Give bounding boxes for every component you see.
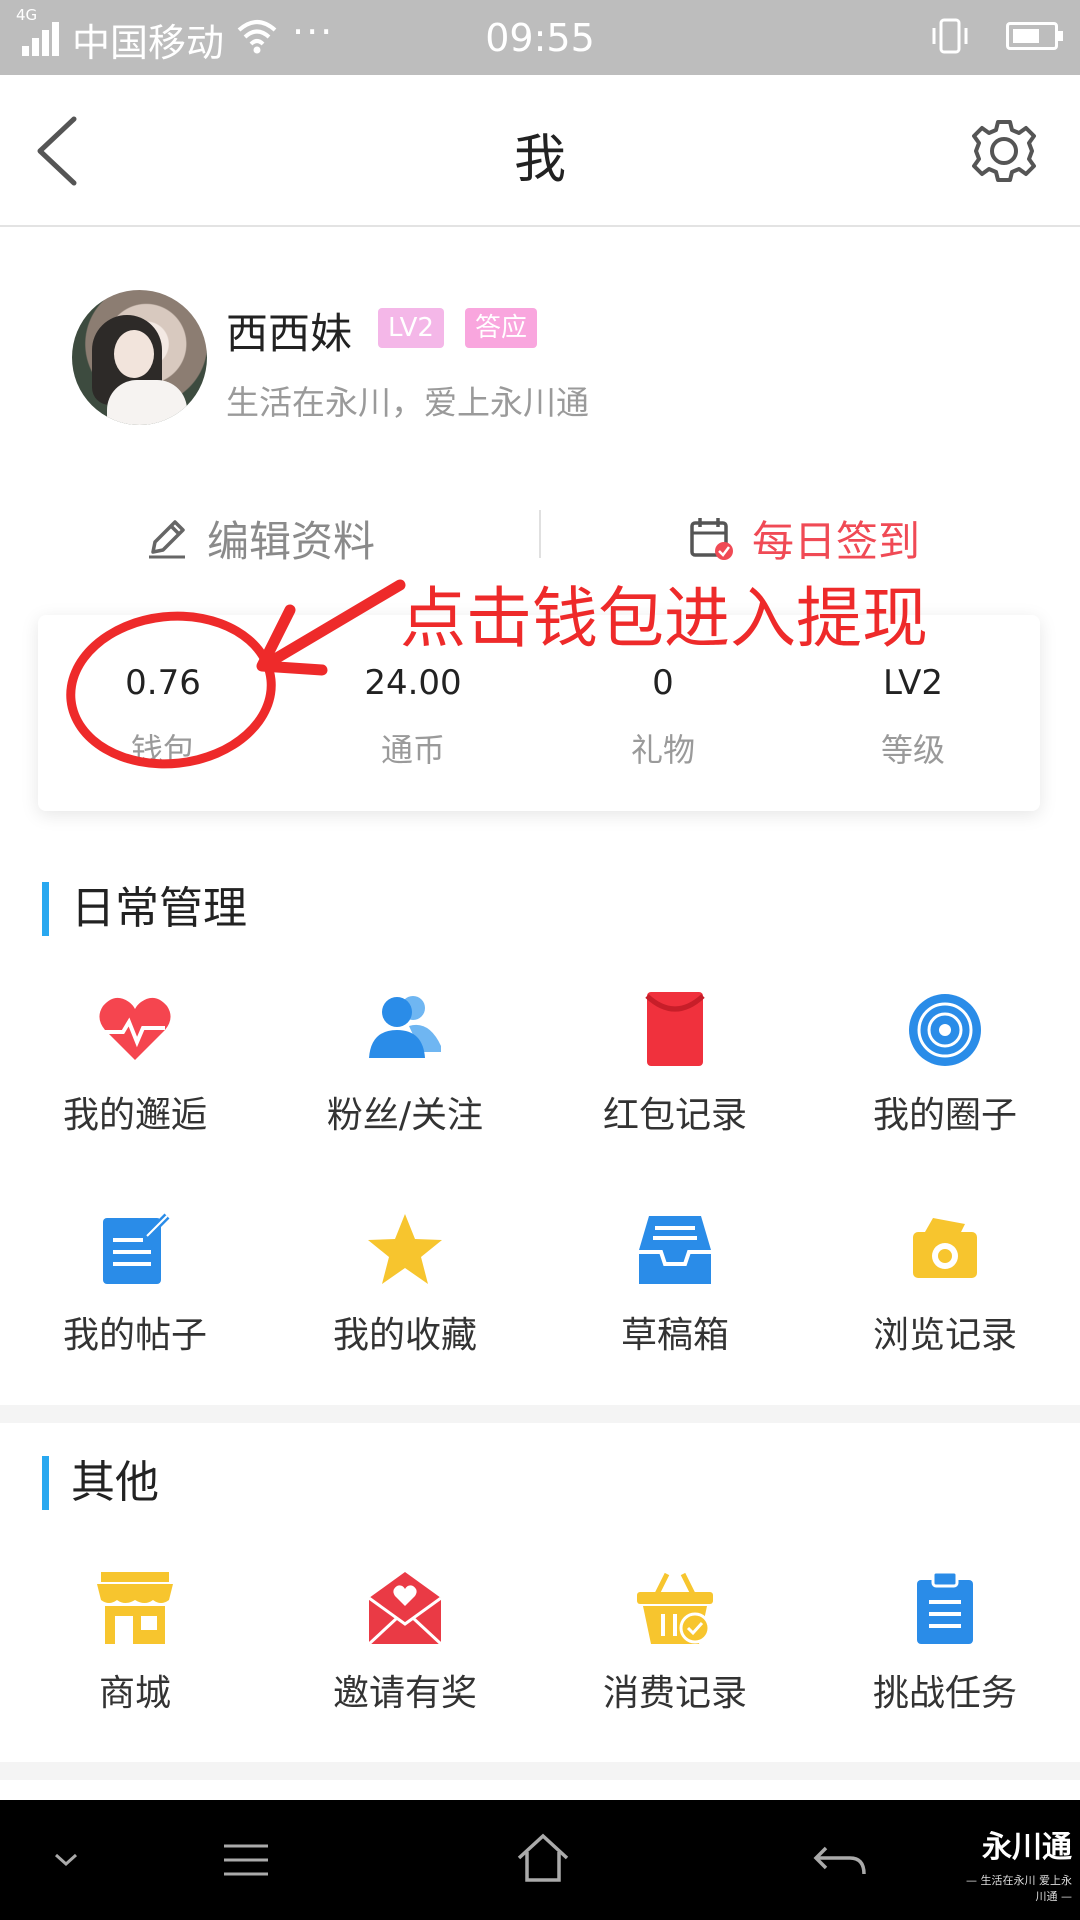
menu-item-label: 红包记录: [602, 1095, 747, 1136]
menu-item-shop[interactable]: 商城: [0, 1568, 270, 1728]
menu-item-invite[interactable]: 邀请有奖: [270, 1568, 540, 1728]
menu-item-history[interactable]: 浏览记录: [810, 1210, 1080, 1370]
profile-motto: 生活在永川，爱上永川通: [226, 383, 589, 422]
avatar[interactable]: [72, 290, 207, 425]
pencil-icon: [149, 520, 185, 559]
section-separator: [0, 1405, 1080, 1423]
menu-item-label: 粉丝/关注: [326, 1095, 484, 1136]
clipboard-icon: [917, 1570, 973, 1644]
menu-item-label: 商城: [98, 1673, 171, 1714]
menu-item-label: 草稿箱: [620, 1315, 729, 1356]
heart-pulse-icon: [99, 997, 171, 1060]
basket-check-icon: [637, 1572, 713, 1644]
menu-item-label: 邀请有奖: [332, 1673, 477, 1714]
username: 西西妹: [226, 309, 353, 358]
post-edit-icon: [103, 1213, 170, 1284]
settings-gear-icon[interactable]: [968, 115, 1040, 187]
sign-badge: 答应: [465, 308, 538, 348]
watermark-tagline: — 生活在永川 爱上永川通 —: [966, 1874, 1072, 1903]
status-time: 09:55: [485, 16, 595, 60]
level-value: LV2: [882, 663, 944, 703]
action-divider: [539, 510, 541, 558]
profile-section: 西西妹 LV2 答应 生活在永川，爱上永川通 编辑资料 每日签到: [0, 228, 1080, 618]
system-navigation-bar: 永川通 — 生活在永川 爱上永川通 —: [0, 1800, 1080, 1920]
home-icon[interactable]: [515, 1832, 571, 1884]
chevron-down-icon[interactable]: [52, 1850, 80, 1870]
battery-icon: [1006, 22, 1063, 50]
star-icon: [368, 1214, 442, 1284]
edit-profile-label: 编辑资料: [207, 516, 376, 566]
menu-item-label: 我的帖子: [62, 1315, 207, 1356]
menu-item-drafts[interactable]: 草稿箱: [540, 1210, 810, 1370]
brand-watermark-logo: 永川通 — 生活在永川 爱上永川通 —: [960, 1822, 1072, 1903]
menu-item-label: 浏览记录: [872, 1315, 1017, 1356]
gifts-label: 礼物: [630, 731, 695, 769]
gifts-value: 0: [652, 663, 674, 703]
shop-icon: [97, 1572, 173, 1644]
menu-item-red-packets[interactable]: 红包记录: [540, 990, 810, 1150]
section-title-daily: 日常管理: [42, 882, 247, 936]
annotation-arrow-icon: [256, 579, 406, 676]
status-bar: 4G 中国移动 ··· 09:55: [0, 0, 1080, 75]
watermark-brand: 永川通: [982, 1830, 1072, 1865]
calendar-check-icon: [690, 518, 733, 560]
menu-item-challenge[interactable]: 挑战任务: [810, 1568, 1080, 1728]
vibrate-icon: [932, 18, 968, 54]
menu-item-encounter[interactable]: 我的邂逅: [0, 990, 270, 1150]
menu-lines-icon[interactable]: [222, 1840, 270, 1880]
red-envelope-icon: [645, 992, 705, 1066]
menu-item-favorites[interactable]: 我的收藏: [270, 1210, 540, 1370]
level-label: 等级: [880, 731, 945, 769]
section-separator: [0, 1762, 1080, 1780]
circle-target-icon: [909, 994, 981, 1066]
back-nav-icon[interactable]: [812, 1840, 868, 1880]
menu-item-fans-follow[interactable]: 粉丝/关注: [270, 990, 540, 1150]
users-icon: [369, 996, 441, 1058]
coins-label: 通币: [380, 731, 445, 769]
menu-item-label: 我的圈子: [872, 1095, 1017, 1136]
level-badge: LV2: [378, 308, 444, 348]
daily-checkin-label: 每日签到: [752, 516, 921, 566]
menu-item-label: 挑战任务: [872, 1673, 1017, 1714]
menu-item-my-posts[interactable]: 我的帖子: [0, 1210, 270, 1370]
menu-item-label: 消费记录: [602, 1673, 747, 1714]
section-title-other: 其他: [42, 1456, 159, 1510]
menu-item-label: 我的收藏: [332, 1315, 477, 1356]
top-navigation-bar: 我: [0, 75, 1080, 227]
menu-item-my-circle[interactable]: 我的圈子: [810, 990, 1080, 1150]
annotation-text: 点击钱包进入提现: [400, 580, 928, 657]
menu-item-spending[interactable]: 消费记录: [540, 1568, 810, 1728]
edit-profile-button[interactable]: 编辑资料: [145, 498, 375, 578]
inbox-tray-icon: [639, 1216, 711, 1284]
menu-item-label: 我的邂逅: [62, 1095, 207, 1136]
page-title: 我: [513, 130, 566, 190]
camera-history-icon: [913, 1218, 977, 1278]
invite-envelope-icon: [367, 1572, 443, 1646]
